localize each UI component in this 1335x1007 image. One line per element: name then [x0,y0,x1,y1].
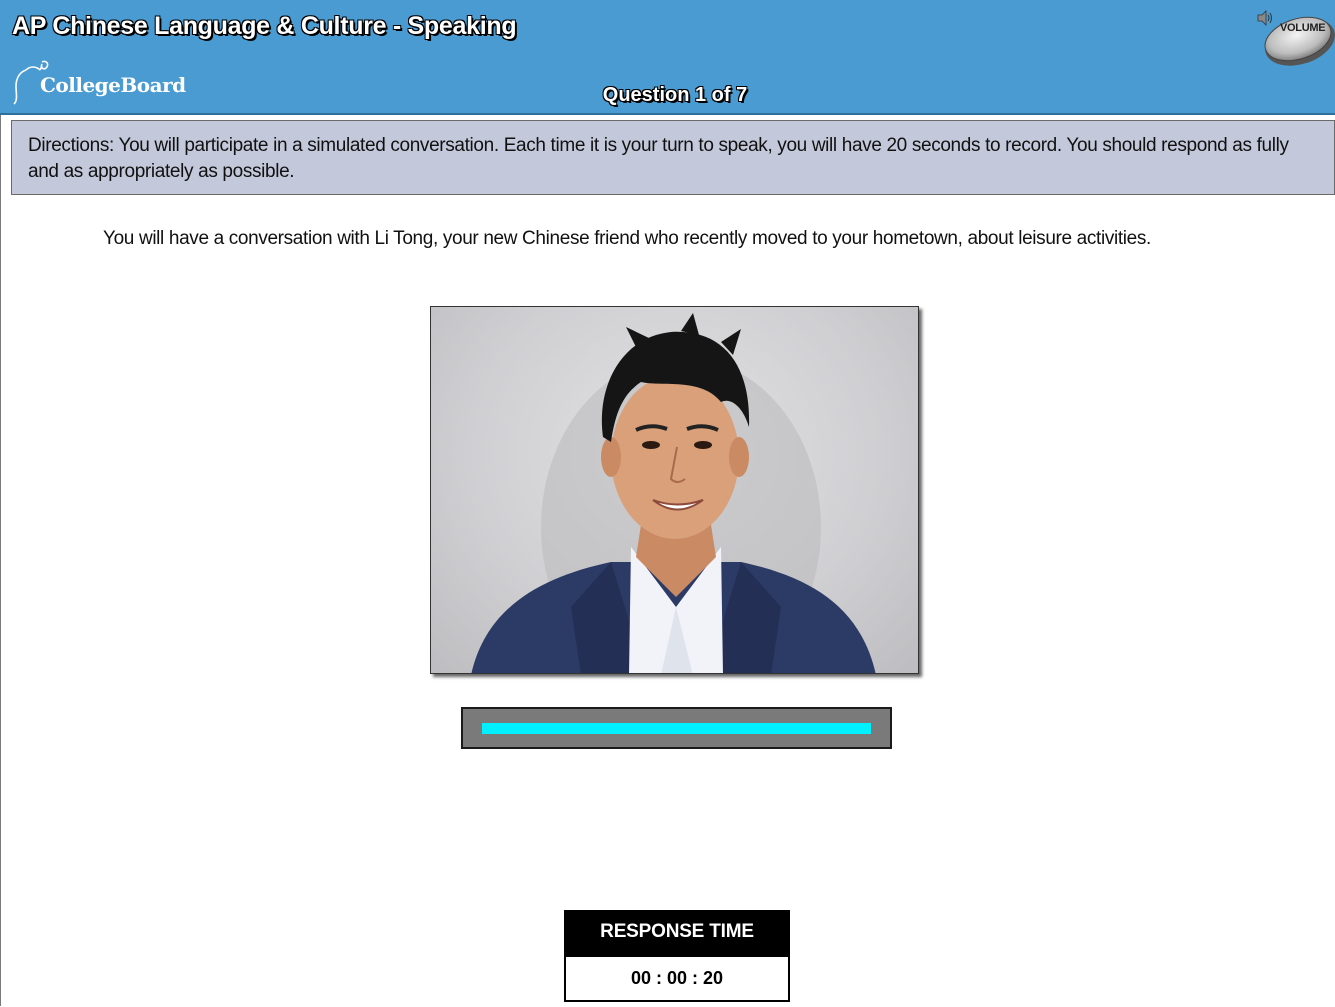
speaker-icon [1257,10,1272,26]
question-counter: Question 1 of 7 [602,84,748,106]
response-time-value: 00 : 00 : 20 [630,968,724,988]
directions-text: Directions: You will participate in a si… [28,135,1289,182]
response-time-label: RESPONSE TIME [566,912,788,957]
audio-progress-fill [482,723,871,734]
directions-panel: Directions: You will participate in a si… [11,120,1335,195]
response-time-box: RESPONSE TIME 00 : 00 : 20 [564,910,790,1002]
header-bar: AP Chinese Language & Culture - Speaking… [0,0,1335,115]
volume-label: VOLUME [1280,22,1326,34]
speaker-photo [430,306,919,674]
prompt-text: You will have a conversation with Li Ton… [103,228,1151,249]
volume-button[interactable]: VOLUME [1256,10,1335,68]
audio-progress-bar [461,707,892,749]
app-title: AP Chinese Language & Culture - Speaking [12,12,517,40]
